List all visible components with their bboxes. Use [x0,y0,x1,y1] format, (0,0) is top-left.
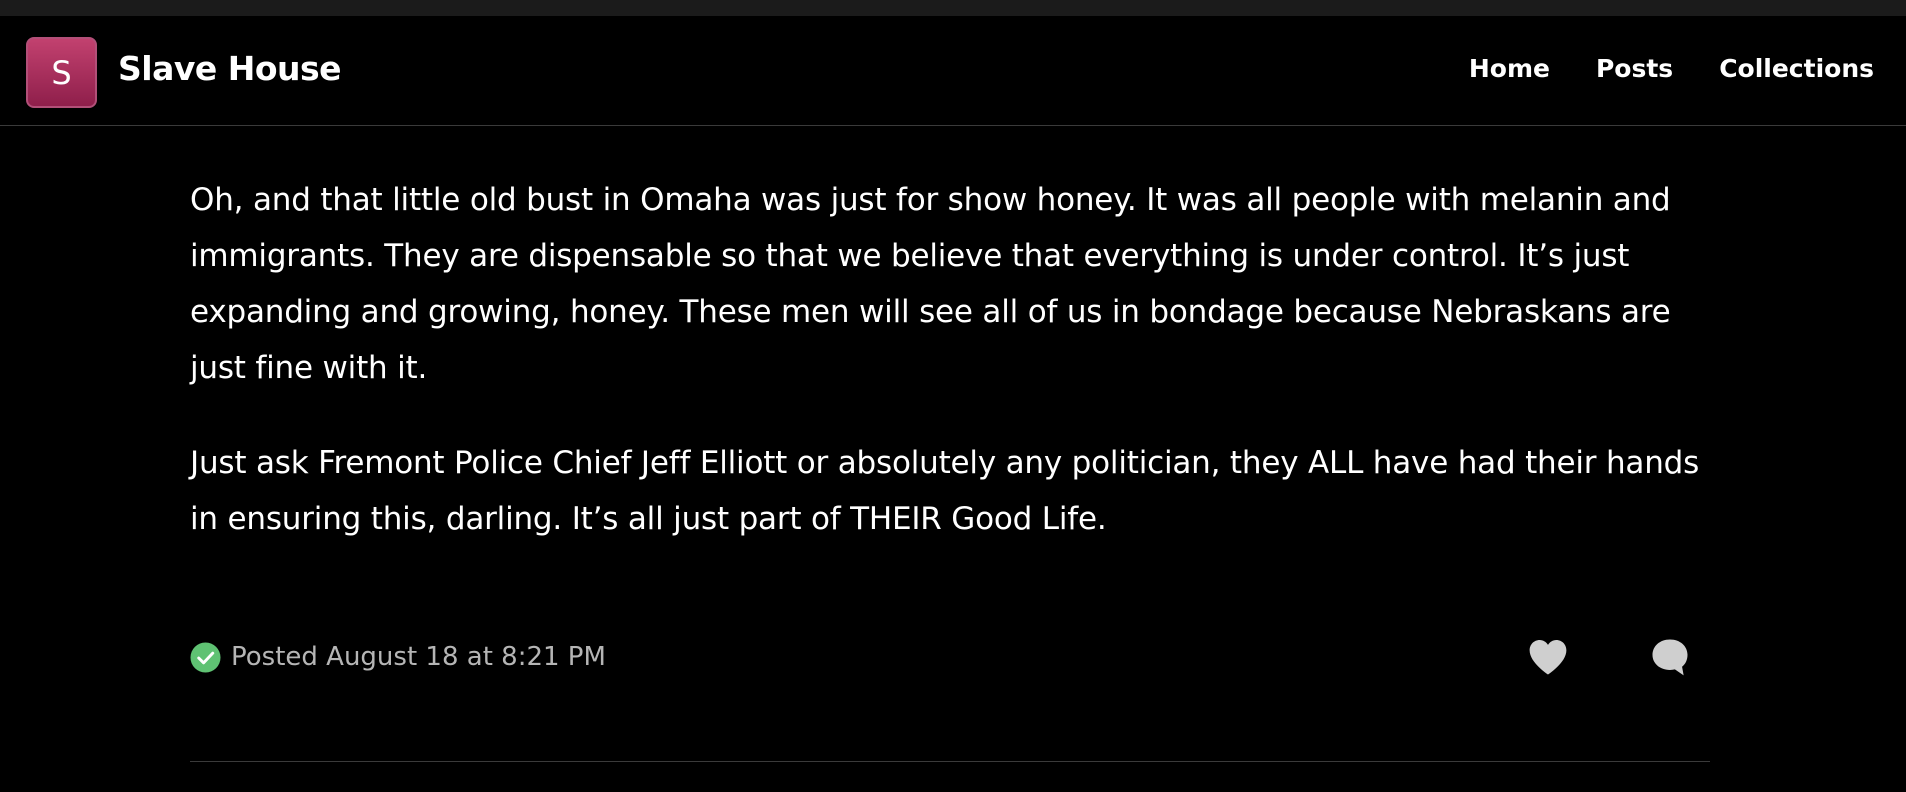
logo-letter: S [51,53,72,92]
nav-collections-link[interactable]: Collections [1719,52,1874,86]
post-paragraph: Oh, and that little old bust in Omaha wa… [190,182,1671,386]
post-footer: Posted August 18 at 8:21 PM [190,637,1710,677]
post-body: Oh, and that little old bust in Omaha wa… [190,172,1710,586]
post-paragraph: Just ask Fremont Police Chief Jeff Ellio… [190,445,1700,537]
main-nav: Home Posts Collections [1469,52,1874,86]
check-circle-icon [190,642,221,673]
nav-posts-link[interactable]: Posts [1596,52,1673,86]
nav-home-link[interactable]: Home [1469,52,1550,86]
posted-timestamp: Posted August 18 at 8:21 PM [231,642,606,672]
site-header: S Slave House Home Posts Collections [0,16,1906,126]
heart-icon[interactable] [1527,637,1569,677]
site-title[interactable]: Slave House [118,49,342,89]
post-divider [190,761,1710,762]
comment-bubble-icon[interactable] [1649,636,1691,678]
browser-top-strip [0,0,1906,16]
site-logo[interactable]: S [26,37,97,108]
